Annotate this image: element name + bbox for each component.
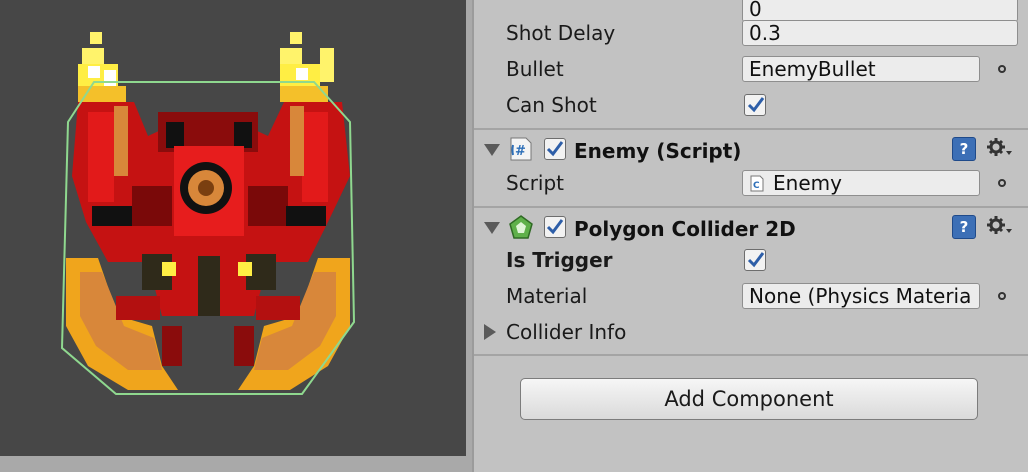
- enemy-script-header[interactable]: # Enemy (Script) ?: [474, 128, 1028, 166]
- is-trigger-label: Is Trigger: [506, 248, 613, 272]
- collider-info-label: Collider Info: [506, 320, 627, 344]
- gear-icon[interactable]: [986, 137, 1014, 161]
- svg-text:C: C: [753, 181, 760, 191]
- csharp-script-icon: #: [508, 136, 534, 162]
- can-shot-row: Can Shot: [474, 88, 1028, 122]
- can-shot-checkbox[interactable]: [744, 94, 766, 116]
- script-value: Enemy: [773, 171, 842, 195]
- bullet-picker-icon[interactable]: [994, 61, 1010, 77]
- scene-bottom-bar: [0, 456, 466, 472]
- shot-delay-row: Shot Delay 0.3: [474, 16, 1028, 50]
- bullet-label: Bullet: [506, 57, 564, 81]
- is-trigger-checkbox[interactable]: [744, 249, 766, 271]
- script-row: Script C Enemy: [474, 166, 1028, 200]
- help-icon[interactable]: ?: [952, 215, 976, 239]
- script-object-field[interactable]: C Enemy: [742, 170, 980, 196]
- is-trigger-row: Is Trigger: [474, 243, 1028, 277]
- material-row: Material None (Physics Materia: [474, 279, 1028, 313]
- script-file-icon: C: [750, 175, 764, 192]
- speed-row: 0: [474, 0, 1028, 22]
- checkmark-icon: [546, 219, 564, 235]
- polygon-collider-title: Polygon Collider 2D: [574, 217, 796, 241]
- inspector-panel: 0 Shot Delay 0.3 Bullet EnemyBullet Can …: [472, 0, 1028, 472]
- can-shot-label: Can Shot: [506, 93, 597, 117]
- checkmark-icon: [546, 141, 564, 157]
- section-divider: [474, 354, 1028, 356]
- collider-info-row[interactable]: Collider Info: [474, 315, 1028, 349]
- collider-enabled-checkbox[interactable]: [544, 216, 566, 238]
- bullet-row: Bullet EnemyBullet: [474, 52, 1028, 86]
- polygon-collider-header[interactable]: Polygon Collider 2D ?: [474, 206, 1028, 244]
- foldout-open-icon[interactable]: [484, 144, 500, 156]
- script-label: Script: [506, 171, 565, 195]
- script-picker-icon[interactable]: [994, 175, 1010, 191]
- checkmark-icon: [747, 252, 765, 268]
- checkmark-icon: [747, 97, 765, 113]
- scene-view[interactable]: [0, 0, 466, 472]
- bullet-object-field[interactable]: EnemyBullet: [742, 56, 980, 82]
- enemy-enabled-checkbox[interactable]: [544, 138, 566, 160]
- enemy-script-title: Enemy (Script): [574, 139, 742, 163]
- shot-delay-label: Shot Delay: [506, 21, 616, 45]
- material-object-field[interactable]: None (Physics Materia: [742, 283, 980, 309]
- polygon-collider-icon: [508, 214, 534, 240]
- add-component-button[interactable]: Add Component: [520, 378, 978, 420]
- enemy-sprite[interactable]: [58, 26, 358, 396]
- foldout-open-icon[interactable]: [484, 222, 500, 234]
- material-picker-icon[interactable]: [994, 288, 1010, 304]
- help-icon[interactable]: ?: [952, 137, 976, 161]
- svg-text:#: #: [515, 144, 526, 159]
- gear-icon[interactable]: [986, 215, 1014, 239]
- material-label: Material: [506, 284, 588, 308]
- foldout-closed-icon[interactable]: [484, 324, 496, 340]
- shot-delay-field[interactable]: 0.3: [742, 20, 1018, 46]
